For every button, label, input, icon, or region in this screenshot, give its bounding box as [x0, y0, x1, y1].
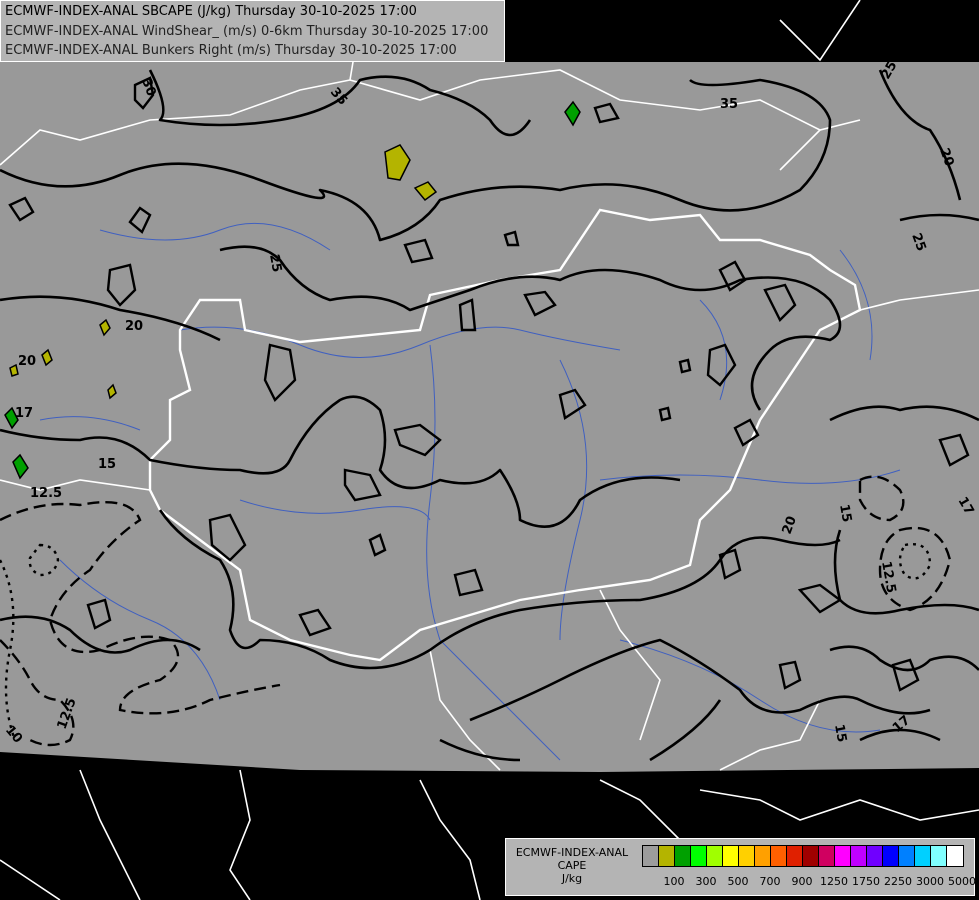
- legend-swatch: [755, 846, 771, 866]
- legend-swatch: [819, 846, 835, 866]
- legend-tick-label: 2250: [884, 875, 912, 888]
- weather-map: 30 35 35 25 20 25 25 20 20 17 15 12.5 20…: [0, 0, 979, 900]
- legend-swatch: [707, 846, 723, 866]
- data-domain: [0, 62, 979, 772]
- legend-title-unit: J/kg: [561, 872, 583, 885]
- legend-tick-label: 1250: [820, 875, 848, 888]
- legend-swatch: [675, 846, 691, 866]
- legend-swatch: [915, 846, 931, 866]
- contour-label: 20: [18, 354, 36, 369]
- contour-label: 15: [831, 723, 849, 743]
- legend-swatch: [691, 846, 707, 866]
- header-title-windshear: ECMWF-INDEX-ANAL WindShear_ (m/s) 0-6km …: [5, 24, 489, 39]
- header-title-bunkers: ECMWF-INDEX-ANAL Bunkers Right (m/s) Thu…: [5, 43, 457, 58]
- header-panel: ECMWF-INDEX-ANAL SBCAPE (J/kg) Thursday …: [0, 0, 505, 62]
- legend-swatch: [723, 846, 739, 866]
- legend-tick-labels: 100 300 500 700 900 1250 1750 2250 3000 5000: [642, 875, 977, 889]
- legend-swatch: [659, 846, 675, 866]
- contour-label: 17: [15, 406, 33, 421]
- header-title-cape: ECMWF-INDEX-ANAL SBCAPE (J/kg) Thursday …: [5, 4, 417, 19]
- legend-swatch: [835, 846, 851, 866]
- contour-label: 20: [125, 319, 143, 334]
- legend-swatch: [883, 846, 899, 866]
- cape-area: [9, 363, 19, 377]
- legend-tick-label: 300: [695, 875, 717, 888]
- contour-label: 15: [98, 457, 116, 472]
- legend-swatch: [787, 846, 803, 866]
- legend-swatch: [899, 846, 915, 866]
- legend-tick-label: 900: [791, 875, 813, 888]
- contour-label: 35: [720, 97, 738, 112]
- contour-label: 12.5: [30, 486, 62, 501]
- legend-color-scale: [642, 845, 964, 867]
- legend-title-variable: CAPE: [557, 859, 587, 872]
- legend-tick-label: 500: [727, 875, 749, 888]
- legend-title: ECMWF-INDEX-ANAL CAPE J/kg: [508, 846, 636, 885]
- contour-label: 15: [836, 503, 854, 523]
- legend-swatch: [771, 846, 787, 866]
- legend-tick-label: 3000: [916, 875, 944, 888]
- legend-tick-label: 5000: [948, 875, 976, 888]
- legend-swatch: [803, 846, 819, 866]
- legend-swatch: [931, 846, 947, 866]
- legend-swatch: [643, 846, 659, 866]
- legend-tick-label: 700: [759, 875, 781, 888]
- legend-tick-label: 1750: [852, 875, 880, 888]
- legend-swatch: [851, 846, 867, 866]
- legend-tick-label: 100: [663, 875, 685, 888]
- cape-legend: ECMWF-INDEX-ANAL CAPE J/kg 100 300 500 700 9…: [505, 838, 977, 896]
- contour-label: 25: [266, 253, 284, 273]
- legend-swatch: [739, 846, 755, 866]
- legend-swatch: [867, 846, 883, 866]
- legend-title-source: ECMWF-INDEX-ANAL: [515, 846, 629, 859]
- legend-swatch: [947, 846, 963, 866]
